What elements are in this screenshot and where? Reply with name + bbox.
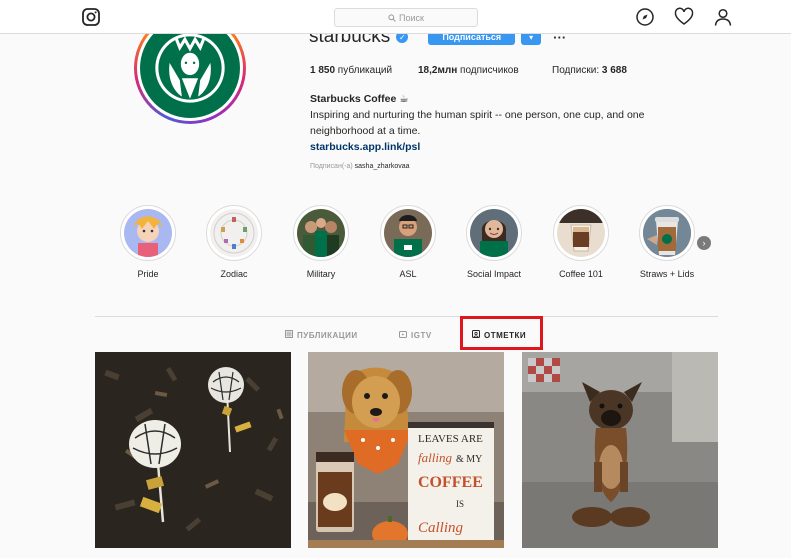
profile-stats: 1 850 публикаций 18,2млн подписчиков Под… xyxy=(310,65,627,76)
highlight-label: Straws + Lids xyxy=(639,269,695,279)
grid-icon xyxy=(285,330,293,340)
highlight-label: Military xyxy=(306,269,336,279)
following-count[interactable]: Подписки: 3 688 xyxy=(552,65,627,76)
highlight-label: Social Impact xyxy=(466,269,522,279)
highlight-asl[interactable]: ASL xyxy=(373,205,443,279)
bio-link[interactable]: starbucks.app.link/psl xyxy=(310,139,680,155)
chevron-right-icon[interactable]: › xyxy=(697,236,711,250)
post-thumbnail[interactable] xyxy=(95,352,291,548)
svg-text:Calling: Calling xyxy=(418,520,464,536)
followers-count[interactable]: 18,2млн подписчиков xyxy=(418,65,552,76)
highlight-label: Pride xyxy=(137,269,159,279)
svg-text:& MY: & MY xyxy=(456,454,482,465)
highlight-zodiac[interactable]: Zodiac xyxy=(199,205,269,279)
highlight-label: Zodiac xyxy=(220,269,248,279)
tab-igtv[interactable]: IGTV xyxy=(399,330,432,340)
search-icon xyxy=(388,13,396,22)
highlight-military[interactable]: Military xyxy=(286,205,356,279)
tab-label: IGTV xyxy=(411,330,432,340)
svg-text:IS: IS xyxy=(456,499,464,509)
post-thumbnail[interactable]: LEAVES ARE falling & MY COFFEE IS Callin… xyxy=(308,352,504,548)
highlight-pride[interactable]: Pride xyxy=(113,205,183,279)
search-input[interactable]: Поиск xyxy=(334,8,478,27)
svg-text:falling: falling xyxy=(418,450,452,465)
profile-bio: Starbucks Coffee ☕ Inspiring and nurturi… xyxy=(310,91,680,155)
instagram-logo-icon[interactable] xyxy=(82,8,100,26)
bio-name: Starbucks Coffee ☕ xyxy=(310,93,409,105)
story-highlights: Pride Zodiac Military ASL Social Impact … xyxy=(0,205,791,285)
posts-count: 1 850 публикаций xyxy=(310,65,393,76)
tab-posts[interactable]: ПУБЛИКАЦИИ xyxy=(285,330,358,340)
annotation-highlight-box xyxy=(460,316,543,350)
svg-text:COFFEE: COFFEE xyxy=(418,474,483,491)
highlight-coffee-101[interactable]: Coffee 101 xyxy=(546,205,616,279)
top-nav: Поиск xyxy=(0,0,791,34)
search-placeholder: Поиск xyxy=(399,12,424,23)
compass-icon[interactable] xyxy=(635,7,655,27)
bio-text-line2: neighborhood at a time. xyxy=(310,125,421,137)
followed-by[interactable]: Подписан(-а) sasha_zharkovaa xyxy=(310,163,410,170)
svg-text:LEAVES ARE: LEAVES ARE xyxy=(418,433,483,445)
post-thumbnail[interactable] xyxy=(522,352,718,548)
bio-text-line1: Inspiring and nurturing the human spirit… xyxy=(310,109,645,121)
highlight-label: ASL xyxy=(399,269,417,279)
tabs-divider xyxy=(95,316,718,317)
highlight-straws-lids[interactable]: Straws + Lids xyxy=(632,205,702,279)
user-icon[interactable] xyxy=(713,7,733,27)
igtv-icon xyxy=(399,330,407,340)
heart-icon[interactable] xyxy=(674,7,694,27)
highlight-label: Coffee 101 xyxy=(559,269,603,279)
highlight-social-impact[interactable]: Social Impact xyxy=(459,205,529,279)
tab-label: ПУБЛИКАЦИИ xyxy=(297,330,358,340)
